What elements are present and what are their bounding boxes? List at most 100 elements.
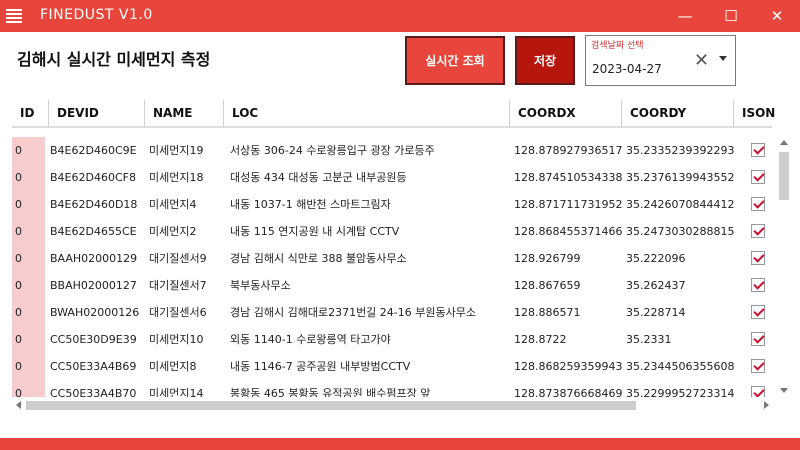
cell-id[interactable]: 0 (12, 299, 45, 326)
table-row[interactable]: 0 CC50E33A4B69 미세먼지8 내동 1146-7 공주공원 내부방범CCT… (12, 353, 772, 380)
cell-devid[interactable]: B4E62D460C9E (50, 137, 145, 164)
cell-coordx[interactable]: 128.878927936517 (514, 137, 622, 164)
realtime-query-button[interactable]: 실시간 조회 (405, 36, 505, 85)
cell-loc[interactable]: 봉황동 465 봉황동 유적공원 배수펌프장 앞 (230, 380, 510, 397)
ison-checkbox[interactable] (751, 224, 765, 238)
cell-coordy[interactable]: 35.2335239392293 (626, 137, 736, 164)
cell-coordy[interactable]: 35.2344506355608 (626, 353, 736, 380)
cell-coordy[interactable]: 35.2376139943552 (626, 164, 736, 191)
ison-checkbox[interactable] (751, 332, 765, 346)
dropdown-arrow-icon[interactable] (719, 56, 727, 61)
scroll-up-icon[interactable] (780, 140, 788, 145)
column-header-id[interactable]: ID (12, 100, 48, 126)
table-row[interactable]: 0 B4E62D460D18 미세먼지4 내동 1037-1 해반천 스마트그림자 12… (12, 191, 772, 218)
cell-devid[interactable]: CC50E30D9E39 (50, 326, 145, 353)
save-button[interactable]: 저장 (515, 36, 575, 85)
cell-loc[interactable]: 내동 1037-1 해반천 스마트그림자 (230, 191, 510, 218)
table-row[interactable]: 0 BAAH02000129 대기질센서9 경남 김해시 식만로 388 불암동사무소… (12, 245, 772, 272)
cell-devid[interactable]: CC50E33A4B70 (50, 380, 145, 397)
cell-devid[interactable]: B4E62D4655CE (50, 218, 145, 245)
cell-coordx[interactable]: 128.868455371466 (514, 218, 622, 245)
table-row[interactable]: 0 B4E62D460C9E 미세먼지19 서상동 306-24 수로왕릉입구 광장 … (12, 137, 772, 164)
scroll-right-icon[interactable] (764, 401, 769, 409)
scroll-down-icon[interactable] (780, 388, 788, 393)
ison-checkbox[interactable] (751, 251, 765, 265)
cell-devid[interactable]: BBAH02000127 (50, 272, 145, 299)
cell-id[interactable]: 0 (12, 137, 45, 164)
table-row[interactable]: 0 CC50E33A4B70 미세먼지14 봉황동 465 봉황동 유적공원 배수펌프… (12, 380, 772, 397)
cell-id[interactable]: 0 (12, 245, 45, 272)
cell-loc[interactable]: 경남 김해시 식만로 388 불암동사무소 (230, 245, 510, 272)
horizontal-scroll-thumb[interactable] (26, 401, 636, 410)
cell-name[interactable]: 미세먼지2 (149, 218, 223, 245)
vertical-scrollbar[interactable] (776, 137, 792, 397)
cell-id[interactable]: 0 (12, 164, 45, 191)
cell-name[interactable]: 대기질센서6 (149, 299, 223, 326)
cell-coordy[interactable]: 35.2473030288815 (626, 218, 736, 245)
cell-name[interactable]: 미세먼지4 (149, 191, 223, 218)
date-picker[interactable]: 검색날짜 선택 2023-04-27 ✕ (585, 35, 736, 86)
cell-loc[interactable]: 내동 115 연지공원 내 시계탑 CCTV (230, 218, 510, 245)
cell-loc[interactable]: 대성동 434 대성동 고분군 내부공원등 (230, 164, 510, 191)
cell-coordx[interactable]: 128.926799 (514, 245, 622, 272)
date-picker-value[interactable]: 2023-04-27 (592, 62, 662, 76)
table-row[interactable]: 0 BBAH02000127 대기질센서7 북부동사무소 128.867659 35.26… (12, 272, 772, 299)
minimize-button[interactable]: — (662, 0, 708, 32)
cell-name[interactable]: 대기질센서7 (149, 272, 223, 299)
cell-name[interactable]: 미세먼지10 (149, 326, 223, 353)
clear-icon[interactable]: ✕ (694, 50, 709, 71)
cell-name[interactable]: 대기질센서9 (149, 245, 223, 272)
cell-devid[interactable]: B4E62D460D18 (50, 191, 145, 218)
cell-coordy[interactable]: 35.228714 (626, 299, 736, 326)
ison-checkbox[interactable] (751, 359, 765, 373)
cell-id[interactable]: 0 (12, 218, 45, 245)
cell-coordx[interactable]: 128.867659 (514, 272, 622, 299)
cell-name[interactable]: 미세먼지14 (149, 380, 223, 397)
ison-checkbox[interactable] (751, 386, 765, 397)
cell-coordy[interactable]: 35.2299952723314 (626, 380, 736, 397)
cell-loc[interactable]: 서상동 306-24 수로왕릉입구 광장 가로등주 (230, 137, 510, 164)
horizontal-scrollbar[interactable] (12, 397, 776, 414)
table-row[interactable]: 0 B4E62D4655CE 미세먼지2 내동 115 연지공원 내 시계탑 CCTV… (12, 218, 772, 245)
close-button[interactable]: ✕ (754, 0, 800, 32)
cell-loc[interactable]: 북부동사무소 (230, 272, 510, 299)
column-header-ison[interactable]: ISON (733, 100, 775, 126)
table-row[interactable]: 0 B4E62D460CF8 미세먼지18 대성동 434 대성동 고분군 내부공원등… (12, 164, 772, 191)
maximize-button[interactable]: ☐ (708, 0, 754, 32)
cell-coordx[interactable]: 128.871711731952 (514, 191, 622, 218)
scroll-left-icon[interactable] (16, 401, 21, 409)
vertical-scroll-thumb[interactable] (779, 152, 789, 200)
table-row[interactable]: 0 CC50E30D9E39 미세먼지10 외동 1140-1 수로왕릉역 타고가야 1… (12, 326, 772, 353)
cell-id[interactable]: 0 (12, 326, 45, 353)
column-header-name[interactable]: NAME (144, 100, 223, 126)
cell-devid[interactable]: CC50E33A4B69 (50, 353, 145, 380)
column-header-coordy[interactable]: COORDY (621, 100, 733, 126)
ison-checkbox[interactable] (751, 278, 765, 292)
ison-checkbox[interactable] (751, 143, 765, 157)
cell-loc[interactable]: 경남 김해시 김해대로2371번길 24-16 부원동사무소 (230, 299, 510, 326)
cell-loc[interactable]: 외동 1140-1 수로왕릉역 타고가야 (230, 326, 510, 353)
column-header-loc[interactable]: LOC (223, 100, 509, 126)
cell-coordx[interactable]: 128.8722 (514, 326, 622, 353)
cell-id[interactable]: 0 (12, 353, 45, 380)
cell-devid[interactable]: BAAH02000129 (50, 245, 145, 272)
cell-coordy[interactable]: 35.262437 (626, 272, 736, 299)
table-row[interactable]: 0 BWAH02000126 대기질센서6 경남 김해시 김해대로2371번길 24-… (12, 299, 772, 326)
column-header-coordx[interactable]: COORDX (509, 100, 621, 126)
cell-coordy[interactable]: 35.2331 (626, 326, 736, 353)
cell-id[interactable]: 0 (12, 272, 45, 299)
ison-checkbox[interactable] (751, 305, 765, 319)
cell-coordx[interactable]: 128.874510534338 (514, 164, 622, 191)
cell-name[interactable]: 미세먼지8 (149, 353, 223, 380)
cell-loc[interactable]: 내동 1146-7 공주공원 내부방범CCTV (230, 353, 510, 380)
cell-id[interactable]: 0 (12, 380, 45, 397)
cell-devid[interactable]: B4E62D460CF8 (50, 164, 145, 191)
cell-coordx[interactable]: 128.873876668469 (514, 380, 622, 397)
ison-checkbox[interactable] (751, 197, 765, 211)
cell-coordx[interactable]: 128.886571 (514, 299, 622, 326)
cell-coordy[interactable]: 35.222096 (626, 245, 736, 272)
cell-id[interactable]: 0 (12, 191, 45, 218)
ison-checkbox[interactable] (751, 170, 765, 184)
cell-coordy[interactable]: 35.2426070844412 (626, 191, 736, 218)
cell-devid[interactable]: BWAH02000126 (50, 299, 145, 326)
